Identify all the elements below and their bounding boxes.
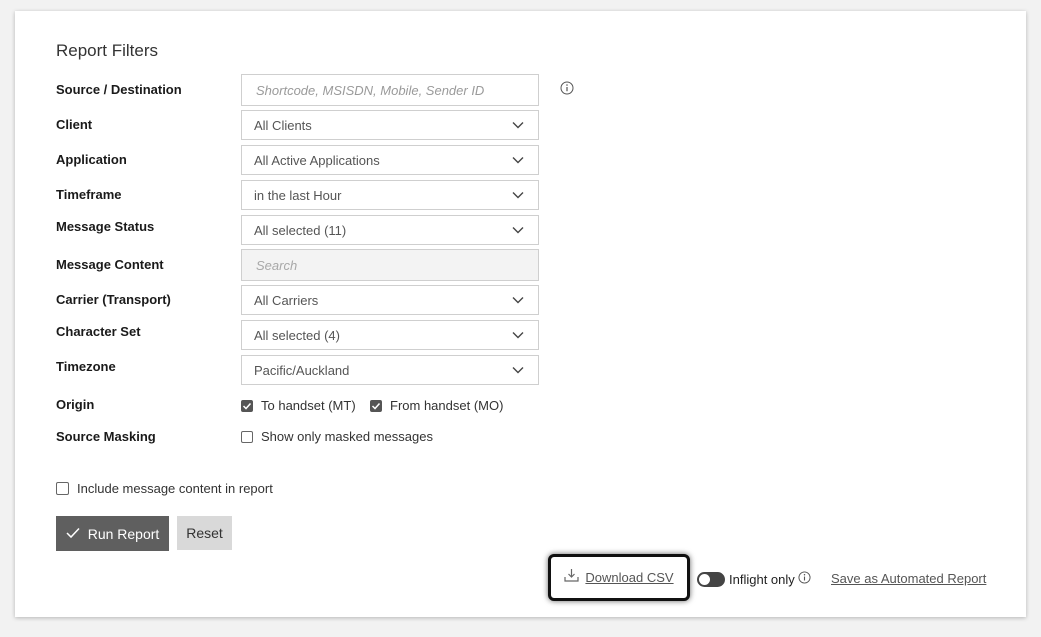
carrier-value: All Carriers	[254, 292, 319, 308]
include-content-label: Include message content in report	[77, 481, 273, 496]
inflight-label-group: Inflight only	[729, 571, 811, 587]
download-csv-link[interactable]: Download CSV	[585, 570, 673, 585]
include-content-option[interactable]: Include message content in report	[56, 481, 273, 496]
message-status-select[interactable]: All selected (11)	[241, 215, 539, 245]
client-select[interactable]: All Clients	[241, 110, 539, 140]
source-masking-option[interactable]: Show only masked messages	[241, 429, 433, 444]
carrier-label: Carrier (Transport)	[56, 292, 171, 307]
source-destination-field[interactable]	[241, 74, 539, 106]
info-circle-icon[interactable]	[798, 571, 811, 587]
mo-label: From handset (MO)	[390, 398, 504, 413]
message-content-field[interactable]	[241, 249, 539, 281]
timezone-label: Timezone	[56, 359, 116, 374]
timeframe-select[interactable]: in the last Hour	[241, 180, 539, 210]
origin-label: Origin	[56, 397, 95, 412]
application-select[interactable]: All Active Applications	[241, 145, 539, 175]
run-report-button[interactable]: Run Report	[56, 516, 169, 551]
chevron-down-icon	[506, 145, 530, 175]
message-content-input[interactable]	[254, 256, 538, 274]
download-csv-button[interactable]: Download CSV	[548, 554, 690, 601]
inflight-label: Inflight only	[729, 571, 795, 587]
masked-checkbox[interactable]	[241, 430, 253, 443]
check-icon	[66, 526, 80, 542]
chevron-down-icon	[506, 110, 530, 140]
source-masking-label: Source Masking	[56, 429, 156, 444]
chevron-down-icon	[506, 355, 530, 385]
timeframe-value: in the last Hour	[254, 187, 342, 203]
origin-mt-option[interactable]: To handset (MT)	[241, 398, 356, 413]
origin-mo-option[interactable]: From handset (MO)	[370, 398, 503, 413]
timezone-value: Pacific/Auckland	[254, 362, 350, 378]
download-icon	[564, 568, 580, 587]
message-status-value: All selected (11)	[254, 222, 347, 238]
chevron-down-icon	[506, 180, 530, 210]
masked-label: Show only masked messages	[261, 429, 433, 444]
application-value: All Active Applications	[254, 152, 380, 168]
character-set-value: All selected (4)	[254, 327, 340, 343]
mt-checkbox[interactable]	[241, 399, 253, 412]
page-title: Report Filters	[56, 41, 159, 60]
chevron-down-icon	[506, 215, 530, 245]
timeframe-label: Timeframe	[56, 187, 122, 202]
character-set-select[interactable]: All selected (4)	[241, 320, 539, 350]
chevron-down-icon	[506, 285, 530, 315]
client-value: All Clients	[254, 117, 312, 133]
source-destination-label: Source / Destination	[56, 82, 182, 97]
run-report-label: Run Report	[87, 525, 160, 542]
toggle-knob	[699, 574, 710, 585]
include-content-checkbox[interactable]	[56, 482, 69, 495]
inflight-toggle[interactable]	[697, 572, 725, 587]
chevron-down-icon	[506, 320, 530, 350]
mt-label: To handset (MT)	[261, 398, 356, 413]
save-automated-report-link[interactable]: Save as Automated Report	[831, 571, 986, 586]
client-label: Client	[56, 117, 93, 132]
source-destination-input[interactable]	[254, 81, 538, 99]
mo-checkbox[interactable]	[370, 399, 382, 412]
carrier-select[interactable]: All Carriers	[241, 285, 539, 315]
message-status-label: Message Status	[56, 219, 155, 234]
timezone-select[interactable]: Pacific/Auckland	[241, 355, 539, 385]
application-label: Application	[56, 152, 127, 167]
info-circle-icon[interactable]	[560, 81, 574, 95]
reset-button[interactable]: Reset	[177, 516, 232, 550]
character-set-label: Character Set	[56, 324, 141, 339]
message-content-label: Message Content	[56, 257, 164, 272]
